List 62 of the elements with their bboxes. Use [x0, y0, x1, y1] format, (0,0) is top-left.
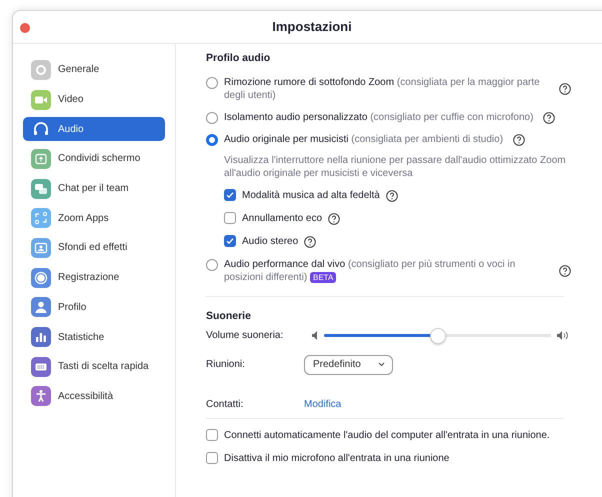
sidebar-item[interactable]: Video	[23, 88, 165, 112]
ringtone-dropdown[interactable]: Predefinito	[304, 354, 393, 374]
window-title: Impostazioni	[272, 18, 352, 36]
radio-button[interactable]	[206, 134, 218, 146]
field-label: Volume suoneria:	[206, 329, 284, 343]
speaker-low-icon	[312, 331, 318, 340]
help-icon[interactable]	[328, 212, 340, 225]
close-dot[interactable]	[20, 23, 30, 33]
chat-icon	[31, 178, 51, 199]
speaker-high-icon	[557, 331, 568, 340]
help-icon[interactable]	[513, 134, 526, 146]
radio-button[interactable]	[206, 76, 218, 89]
checkbox-label: Audio stereo	[242, 234, 298, 248]
gear-icon	[31, 60, 51, 80]
checkbox[interactable]	[224, 235, 236, 248]
help-icon[interactable]	[304, 236, 316, 248]
section-heading: Suonerie	[206, 308, 252, 324]
checkbox-label: Connetti automaticamente l'audio del computer all'entrata in una riunione.	[224, 428, 550, 442]
sidebar-item[interactable]: Condividi schermo	[23, 147, 165, 171]
option-label: Rimozione rumore di sottofondo Zoom (consigliata per la maggior parte degli utenti)	[224, 76, 541, 102]
background-icon	[31, 238, 51, 258]
accessibility-icon	[31, 386, 51, 406]
profile-icon	[31, 297, 51, 318]
radio-button[interactable]	[206, 112, 218, 124]
statistics-icon	[31, 327, 51, 348]
help-icon[interactable]	[559, 264, 571, 277]
option-label: Audio originale per musicisti (consigliata per ambienti di studio)	[224, 132, 504, 146]
sidebar-item[interactable]: Generale	[23, 58, 165, 82]
help-icon[interactable]	[543, 112, 556, 124]
checkbox[interactable]	[206, 452, 218, 464]
option-label: Audio performance dal vivo (consigliato per più strumenti o voci in posizioni differenti) BETA	[224, 258, 516, 284]
field-label: Riunioni:	[206, 358, 246, 372]
sidebar-item[interactable]: Audio	[23, 117, 165, 142]
section-heading: Profilo audio	[206, 51, 272, 66]
camera-icon	[31, 90, 51, 110]
share-screen-icon	[31, 148, 51, 169]
slider-thumb[interactable]	[430, 328, 446, 344]
sidebar-item[interactable]: Accessibilità	[23, 384, 165, 408]
checkbox-label: Disattiva il mio microfono all'entrata in una riunione	[224, 452, 450, 464]
sidebar-item[interactable]: Chat per il team	[23, 176, 165, 200]
checkbox-label: Annullamento eco	[242, 212, 322, 225]
checkbox[interactable]	[206, 429, 218, 441]
field-label: Contatti:	[206, 398, 244, 412]
keyboard-icon	[31, 356, 51, 377]
sidebar-item[interactable]: Statistiche	[23, 325, 165, 349]
edit-link[interactable]: Modifica	[304, 396, 342, 412]
checkbox-label: Modalità musica ad alta fedeltà	[242, 188, 380, 202]
record-icon	[31, 268, 51, 288]
checkbox[interactable]	[224, 212, 236, 224]
sidebar-item[interactable]: Registrazione	[23, 266, 165, 290]
caret-icon	[378, 362, 385, 367]
sidebar-item[interactable]: Zoom Apps	[23, 206, 165, 230]
radio-button[interactable]	[206, 258, 218, 271]
sidebar-item[interactable]: Profilo	[23, 296, 165, 320]
sidebar-item[interactable]: Sfondi ed effetti	[23, 236, 165, 260]
apps-icon	[31, 208, 51, 228]
option-label: Isolamento audio personalizzato (consigliato per cuffie con microfono)	[224, 110, 534, 124]
checkbox[interactable]	[224, 189, 236, 202]
help-icon[interactable]	[559, 82, 571, 95]
option-description: Visualizza l'interruttore nella riunione per passare dall'audio ottimizzato Zoom all'audio originale per musicisti e viceversa	[224, 154, 567, 180]
help-icon[interactable]	[386, 190, 398, 202]
sidebar-item[interactable]: Tasti di scelta rapida	[23, 354, 165, 379]
